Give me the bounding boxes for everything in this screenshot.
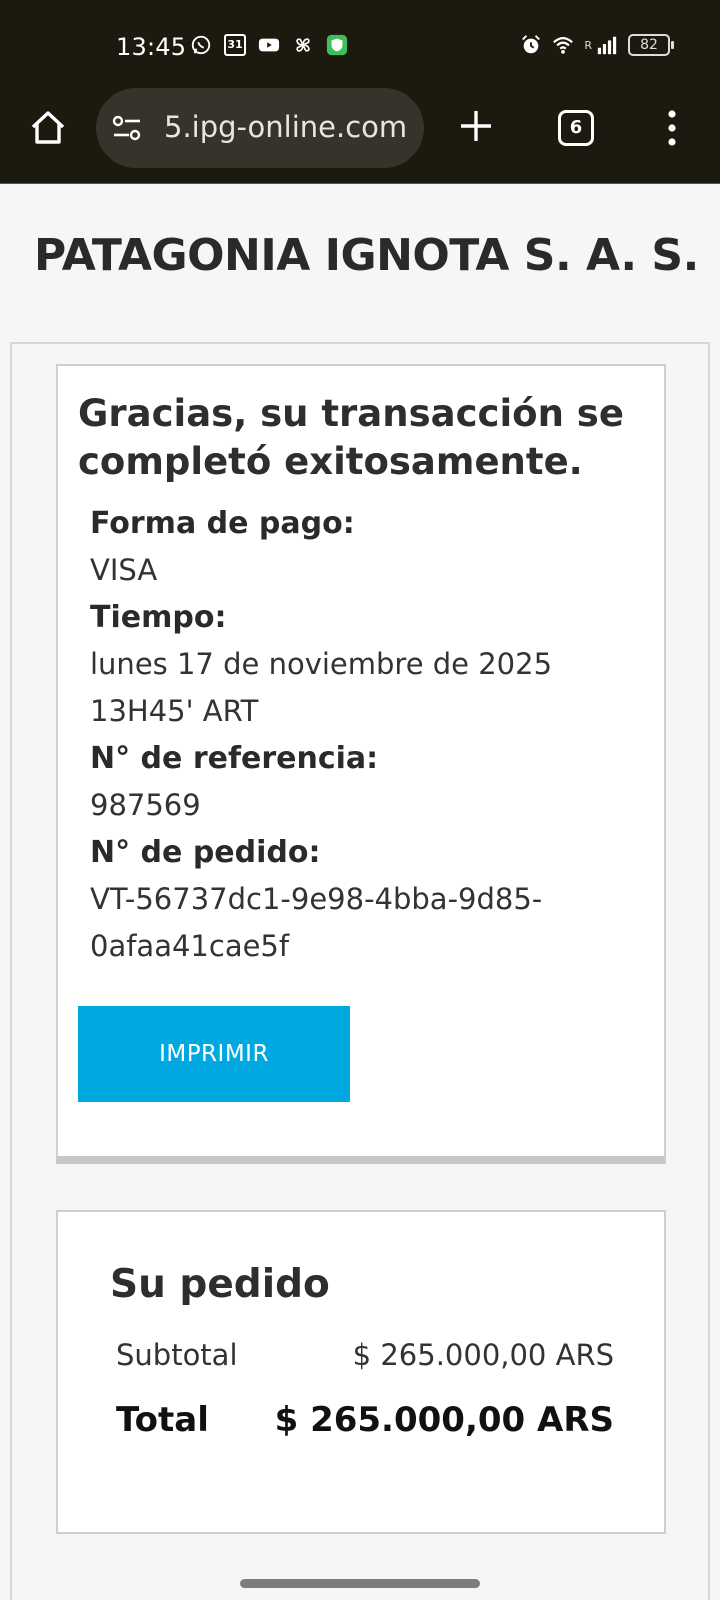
address-bar[interactable]: 5.ipg-online.com (96, 88, 424, 168)
reference-label: N° de referencia: (90, 741, 379, 776)
payment-method-label: Forma de pago: (90, 506, 355, 541)
time-value: lunes 17 de noviembre de 2025 13H45' ART (90, 647, 553, 728)
subtotal-row: Subtotal $ 265.000,00 ARS (116, 1338, 614, 1372)
reference-value: 987569 (90, 788, 201, 822)
order-number-label: N° de pedido: (90, 835, 321, 870)
system-icons: R 82 (520, 34, 674, 56)
shield-icon (326, 34, 348, 56)
home-icon[interactable] (28, 108, 68, 148)
time-label: Tiempo: (90, 600, 227, 635)
browser-toolbar: 5.ipg-online.com 6 (0, 88, 720, 184)
confirmation-card: Gracias, su transacción se completó exit… (56, 364, 666, 1164)
whatsapp-icon (191, 35, 211, 55)
signal-icon (597, 36, 617, 55)
order-number-value: VT-56737dc1-9e98-4bba-9d85- 0afaa41cae5f (90, 882, 543, 963)
alarm-icon (522, 35, 541, 54)
youtube-icon (258, 38, 280, 52)
tab-switcher-button[interactable]: 6 (558, 110, 594, 146)
order-summary-card: Su pedido Subtotal $ 265.000,00 ARS Tota… (56, 1210, 666, 1534)
order-title: Su pedido (110, 1262, 330, 1307)
status-time: 13:45 (116, 33, 187, 61)
transaction-details: Forma de pago: VISA Tiempo: lunes 17 de … (90, 500, 650, 970)
notification-icons: 31 (190, 34, 348, 56)
calendar-icon: 31 (224, 34, 246, 56)
confirmation-title: Gracias, su transacción se completó exit… (78, 392, 624, 483)
merchant-name: PATAGONIA IGNOTA S. A. S. (34, 230, 699, 281)
total-value: $ 265.000,00 ARS (274, 1400, 614, 1440)
gesture-navigation-bar[interactable] (240, 1579, 480, 1588)
more-menu-icon[interactable] (662, 108, 682, 148)
subtotal-label: Subtotal (116, 1338, 238, 1372)
pinwheel-icon (296, 38, 310, 52)
new-tab-icon[interactable] (458, 108, 494, 144)
url-text[interactable]: 5.ipg-online.com (164, 110, 407, 144)
url-domain: 5.ipg-online.com (164, 110, 408, 144)
payment-method-value: VISA (90, 553, 158, 587)
battery-icon: 82 (628, 34, 674, 56)
subtotal-value: $ 265.000,00 ARS (352, 1338, 614, 1372)
status-bar: 13:45 31 R 82 (0, 0, 720, 88)
total-row: Total $ 265.000,00 ARS (116, 1400, 614, 1440)
total-label: Total (116, 1400, 209, 1440)
network-label: R (584, 38, 592, 52)
print-button[interactable]: IMPRIMIR (78, 1006, 350, 1102)
wifi-icon (553, 37, 574, 54)
site-settings-icon[interactable] (112, 115, 142, 141)
